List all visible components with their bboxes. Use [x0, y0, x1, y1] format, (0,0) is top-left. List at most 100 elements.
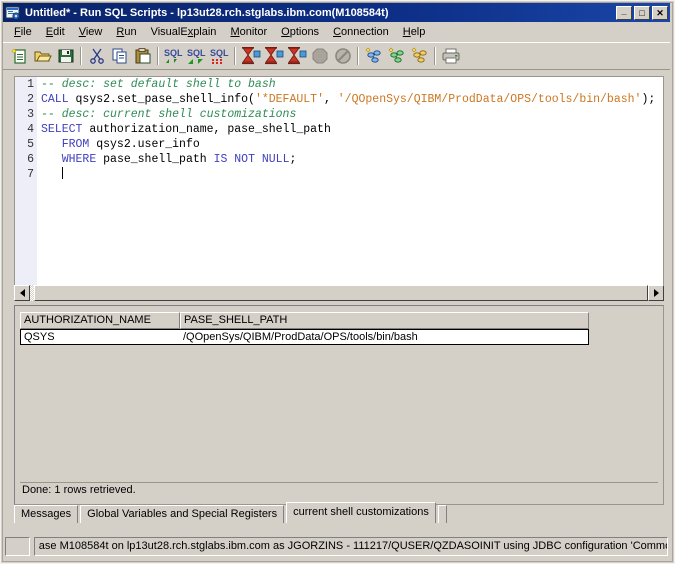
line-number-gutter: 1 2 3 4 5 6 7 — [15, 77, 37, 300]
results-status-text: Done: 1 rows retrieved. — [20, 482, 658, 497]
cancel-icon[interactable] — [331, 45, 354, 67]
cell-pase-shell-path[interactable]: /QOpenSys/QIBM/ProdData/OPS/tools/bin/ba… — [180, 330, 588, 344]
code-token: '/QOpenSys/QIBM/ProdData/OPS/tools/bin/b… — [337, 93, 642, 106]
close-button[interactable]: ✕ — [652, 5, 668, 20]
minimize-icon: _ — [621, 5, 627, 16]
window-controls: _ □ ✕ — [616, 5, 670, 20]
print-icon[interactable] — [439, 45, 462, 67]
code-line[interactable]: -- desc: set default shell to bash — [41, 77, 663, 92]
code-token: IS NOT NULL — [213, 153, 290, 166]
menu-item-file[interactable]: File — [7, 24, 39, 40]
code-token: '*DEFAULT' — [254, 93, 324, 106]
toolbar: SQL SQL SQL — [3, 42, 670, 70]
code-line[interactable]: CALL qsys2.set_pase_shell_info('*DEFAULT… — [41, 92, 663, 107]
scroll-left-button[interactable] — [14, 285, 30, 301]
scroll-right-button[interactable] — [648, 285, 664, 301]
close-icon: ✕ — [656, 7, 664, 18]
maximize-button[interactable]: □ — [634, 5, 650, 20]
text-caret — [61, 167, 63, 179]
column-header-authorization-name[interactable]: AUTHORIZATION_NAME — [20, 312, 180, 329]
cell-authorization-name[interactable]: QSYS — [21, 330, 180, 344]
new-icon[interactable] — [8, 45, 31, 67]
run-from-selected-sql-icon[interactable]: SQL — [185, 45, 208, 67]
tab-messages[interactable]: Messages — [14, 505, 79, 523]
code-token: -- desc: set default shell to bash — [41, 78, 276, 91]
minimize-button[interactable]: _ — [616, 5, 632, 20]
save-icon[interactable] — [54, 45, 77, 67]
menu-item-options[interactable]: Options — [274, 24, 326, 40]
code-line[interactable] — [41, 167, 663, 182]
stop-on-error-icon[interactable] — [239, 45, 262, 67]
run-selected-sql-icon[interactable]: SQL — [162, 45, 185, 67]
title-bar[interactable]: Untitled* - Run SQL Scripts - lp13ut28.r… — [3, 3, 670, 22]
copy-icon[interactable] — [108, 45, 131, 67]
code-token: SELECT — [41, 123, 83, 136]
code-token: qsys2.set_pase_shell_info( — [68, 93, 255, 106]
status-bar-message: ase M108584t on lp13ut28.rch.stglabs.ibm… — [33, 536, 668, 556]
maximize-icon: □ — [639, 7, 645, 18]
open-icon[interactable] — [31, 45, 54, 67]
run-and-explain-icon[interactable] — [408, 45, 431, 67]
line-number: 7 — [27, 168, 34, 181]
sql-code-area[interactable]: -- desc: set default shell to bash CALL q… — [37, 77, 663, 300]
stop-icon[interactable] — [308, 45, 331, 67]
toolbar-separator — [80, 47, 82, 65]
menu-item-visualexplain[interactable]: VisualExplain — [144, 24, 224, 40]
scrollbar-thumb[interactable] — [34, 285, 648, 301]
results-grid[interactable]: AUTHORIZATION_NAME PASE_SHELL_PATH QSYS … — [20, 312, 589, 472]
code-token: pase_shell_path — [96, 153, 214, 166]
continue-icon[interactable] — [285, 45, 308, 67]
sql-editor[interactable]: 1 2 3 4 5 6 7 -- desc: set default shell… — [14, 76, 664, 301]
paste-icon[interactable] — [131, 45, 154, 67]
menu-item-connection[interactable]: Connection — [326, 24, 396, 40]
code-token: qsys2.user_info — [89, 138, 200, 151]
menu-item-edit[interactable]: Edit — [39, 24, 72, 40]
results-tabs: Messages Global Variables and Special Re… — [14, 501, 664, 523]
cut-icon[interactable] — [85, 45, 108, 67]
application-window: Untitled* - Run SQL Scripts - lp13ut28.r… — [0, 0, 675, 564]
svg-text:SQL: SQL — [210, 48, 229, 58]
results-grid-header: AUTHORIZATION_NAME PASE_SHELL_PATH — [20, 312, 589, 329]
visual-explain-icon[interactable] — [362, 45, 385, 67]
code-token: FROM — [61, 138, 90, 151]
toolbar-separator — [234, 47, 236, 65]
line-number: 6 — [27, 153, 34, 166]
run-all-sql-icon[interactable]: SQL — [208, 45, 231, 67]
svg-text:SQL: SQL — [164, 48, 183, 58]
arrow-left-icon — [19, 289, 25, 297]
column-header-pase-shell-path[interactable]: PASE_SHELL_PATH — [180, 312, 589, 329]
run-and-stop-icon[interactable] — [262, 45, 285, 67]
results-panel: AUTHORIZATION_NAME PASE_SHELL_PATH QSYS … — [14, 305, 664, 505]
code-line[interactable]: FROM qsys2.user_info — [41, 137, 663, 152]
line-number: 4 — [27, 123, 34, 136]
code-token: ); — [641, 93, 656, 106]
editor-horizontal-scrollbar[interactable] — [14, 285, 664, 301]
explain-only-icon[interactable] — [385, 45, 408, 67]
table-row[interactable]: QSYS /QOpenSys/QIBM/ProdData/OPS/tools/b… — [20, 329, 589, 345]
menu-item-view[interactable]: View — [72, 24, 110, 40]
menu-item-help[interactable]: Help — [396, 24, 433, 40]
menu-item-monitor[interactable]: Monitor — [223, 24, 274, 40]
code-token: CALL — [41, 93, 69, 106]
code-line[interactable]: SELECT authorization_name, pase_shell_pa… — [41, 122, 663, 137]
tab-overflow[interactable] — [437, 505, 447, 523]
code-line[interactable]: WHERE pase_shell_path IS NOT NULL; — [41, 152, 663, 167]
toolbar-separator — [357, 47, 359, 65]
menu-item-run[interactable]: Run — [109, 24, 143, 40]
arrow-right-icon — [653, 289, 659, 297]
tab-current-shell-customizations[interactable]: current shell customizations — [286, 502, 436, 523]
code-token: ; — [289, 153, 297, 166]
status-bar: ase M108584t on lp13ut28.rch.stglabs.ibm… — [5, 535, 668, 557]
toolbar-separator — [157, 47, 159, 65]
line-number: 3 — [27, 108, 34, 121]
tab-global-variables[interactable]: Global Variables and Special Registers — [80, 505, 285, 523]
line-number: 1 — [27, 78, 34, 91]
sql-scripts-icon — [5, 5, 21, 21]
svg-text:SQL: SQL — [187, 48, 206, 58]
status-bar-indicator — [5, 536, 30, 556]
code-line[interactable]: -- desc: current shell customizations — [41, 107, 663, 122]
code-token: -- desc: current shell customizations — [41, 108, 297, 121]
toolbar-separator — [434, 47, 436, 65]
